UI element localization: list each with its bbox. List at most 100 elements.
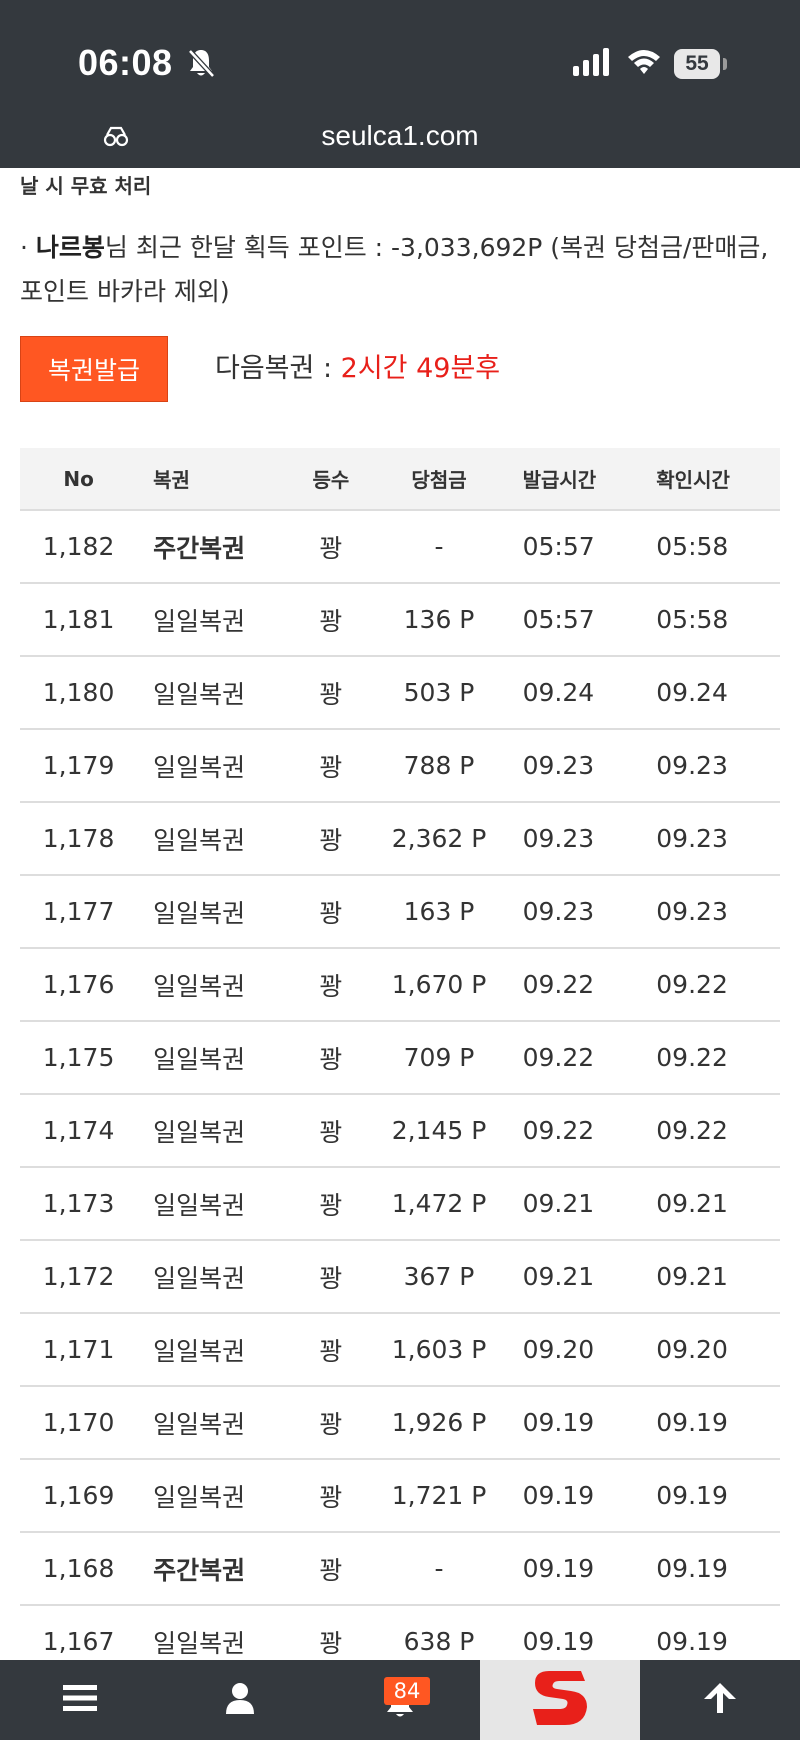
col-no: No (20, 448, 138, 511)
cell-no: 1,181 (20, 583, 138, 657)
issue-lottery-button[interactable]: 복권발급 (20, 336, 168, 402)
cell-prize: 788 P (365, 729, 513, 803)
cell-prize: - (365, 1532, 513, 1606)
cell-checked: 09.21 (646, 1167, 780, 1241)
cell-rank: 꽝 (296, 1167, 366, 1241)
col-type: 복권 (137, 448, 297, 511)
cell-rank: 꽝 (296, 1386, 366, 1460)
browser-header: 06:08 55 seulca1.com (0, 0, 800, 168)
cell-rank: 꽝 (296, 1021, 366, 1095)
cell-checked: 09.21 (646, 1240, 780, 1314)
cell-issued: 09.19 (512, 1459, 647, 1533)
menu-icon (63, 1684, 97, 1716)
cell-type: 일일복권 (137, 1021, 297, 1095)
cell-issued: 05:57 (512, 583, 647, 657)
cell-checked: 05:58 (646, 583, 780, 657)
table-row: 1,173 일일복권 꽝 1,472 P 09.21 09.21 (20, 1167, 780, 1241)
cell-type: 일일복권 (137, 1459, 297, 1533)
cell-prize: 503 P (365, 656, 513, 730)
cell-type: 일일복권 (137, 656, 297, 730)
cell-no: 1,171 (20, 1313, 138, 1387)
menu-button[interactable] (0, 1660, 160, 1740)
cell-issued: 09.23 (512, 875, 647, 949)
table-row: 1,169 일일복권 꽝 1,721 P 09.19 09.19 (20, 1459, 780, 1533)
cell-prize: 2,145 P (365, 1094, 513, 1168)
bullet: · (20, 233, 28, 262)
battery-indicator: 55 (674, 49, 720, 79)
table-row: 1,170 일일복권 꽝 1,926 P 09.19 09.19 (20, 1386, 780, 1460)
cell-prize: 163 P (365, 875, 513, 949)
cell-no: 1,177 (20, 875, 138, 949)
cell-no: 1,168 (20, 1532, 138, 1606)
user-button[interactable] (160, 1660, 320, 1740)
cell-type: 일일복권 (137, 802, 297, 876)
cell-no: 1,169 (20, 1459, 138, 1533)
table-row: 1,174 일일복권 꽝 2,145 P 09.22 09.22 (20, 1094, 780, 1168)
cell-type: 일일복권 (137, 729, 297, 803)
url-display[interactable]: seulca1.com (0, 120, 800, 152)
cell-checked: 09.19 (646, 1532, 780, 1606)
cell-checked: 09.22 (646, 948, 780, 1022)
nickname: 나르봉 (35, 233, 105, 262)
col-rank: 등수 (296, 448, 366, 511)
table-row: 1,171 일일복권 꽝 1,603 P 09.20 09.20 (20, 1313, 780, 1387)
cell-rank: 꽝 (296, 1094, 366, 1168)
cell-prize: 1,603 P (365, 1313, 513, 1387)
table-row: 1,177 일일복권 꽝 163 P 09.23 09.23 (20, 875, 780, 949)
points-text: 님 최근 한달 획득 포인트 : -3,033,692P (복권 당첨금/판매금… (20, 233, 769, 306)
table-row: 1,172 일일복권 꽝 367 P 09.21 09.21 (20, 1240, 780, 1314)
cell-prize: 1,926 P (365, 1386, 513, 1460)
cell-issued: 09.19 (512, 1532, 647, 1606)
cell-issued: 09.22 (512, 948, 647, 1022)
status-time: 06:08 (78, 42, 173, 83)
col-checked: 확인시간 (646, 448, 780, 511)
cell-issued: 09.22 (512, 1021, 647, 1095)
cell-checked: 09.22 (646, 1021, 780, 1095)
monthly-points-summary: · 나르봉님 최근 한달 획득 포인트 : -3,033,692P (복권 당첨… (20, 226, 780, 314)
wifi-icon (626, 46, 662, 80)
cell-type: 일일복권 (137, 583, 297, 657)
cell-type: 일일복권 (137, 875, 297, 949)
next-lottery-label: 다음복권 : (215, 353, 333, 384)
table-row: 1,168 주간복권 꽝 -09.19 09.19 (20, 1532, 780, 1606)
scroll-top-button[interactable] (640, 1660, 800, 1740)
cell-issued: 09.20 (512, 1313, 647, 1387)
cell-type: 일일복권 (137, 1167, 297, 1241)
cell-type: 일일복권 (137, 1386, 297, 1460)
cell-rank: 꽝 (296, 510, 366, 584)
col-issued: 발급시간 (512, 448, 647, 511)
cell-prize: 709 P (365, 1021, 513, 1095)
site-logo (529, 1665, 591, 1735)
table-row: 1,180 일일복권 꽝 503 P 09.24 09.24 (20, 656, 780, 730)
cell-issued: 09.24 (512, 656, 647, 730)
table-header-row: No 복권 등수 당첨금 발급시간 확인시간 (20, 448, 780, 511)
cell-type: 주간복권 (137, 1532, 297, 1606)
lottery-table: No 복권 등수 당첨금 발급시간 확인시간 1,182 주간복권 꽝 -05:57 0… (20, 448, 780, 1679)
table-row: 1,179 일일복권 꽝 788 P 09.23 09.23 (20, 729, 780, 803)
cell-rank: 꽝 (296, 1459, 366, 1533)
cell-rank: 꽝 (296, 1532, 366, 1606)
home-logo-button[interactable] (480, 1660, 640, 1740)
cell-rank: 꽝 (296, 656, 366, 730)
cell-type: 일일복권 (137, 1094, 297, 1168)
cell-issued: 09.19 (512, 1386, 647, 1460)
cell-no: 1,174 (20, 1094, 138, 1168)
signal-icon (573, 48, 613, 80)
cell-issued: 09.21 (512, 1167, 647, 1241)
cell-type: 일일복권 (137, 1240, 297, 1314)
cell-type: 주간복권 (137, 510, 297, 584)
cell-checked: 09.24 (646, 656, 780, 730)
table-row: 1,176 일일복권 꽝 1,670 P 09.22 09.22 (20, 948, 780, 1022)
cell-checked: 09.23 (646, 875, 780, 949)
cell-checked: 09.19 (646, 1459, 780, 1533)
cell-issued: 05:57 (512, 510, 647, 584)
cell-prize: 136 P (365, 583, 513, 657)
cell-rank: 꽝 (296, 1240, 366, 1314)
cell-prize: 1,721 P (365, 1459, 513, 1533)
cell-checked: 09.23 (646, 802, 780, 876)
table-row: 1,182 주간복권 꽝 -05:57 05:58 (20, 510, 780, 584)
cell-type: 일일복권 (137, 948, 297, 1022)
top-note: 날 시 무효 처리 (20, 174, 152, 198)
notification-count-badge: 84 (384, 1677, 430, 1705)
cell-prize: - (365, 510, 513, 584)
